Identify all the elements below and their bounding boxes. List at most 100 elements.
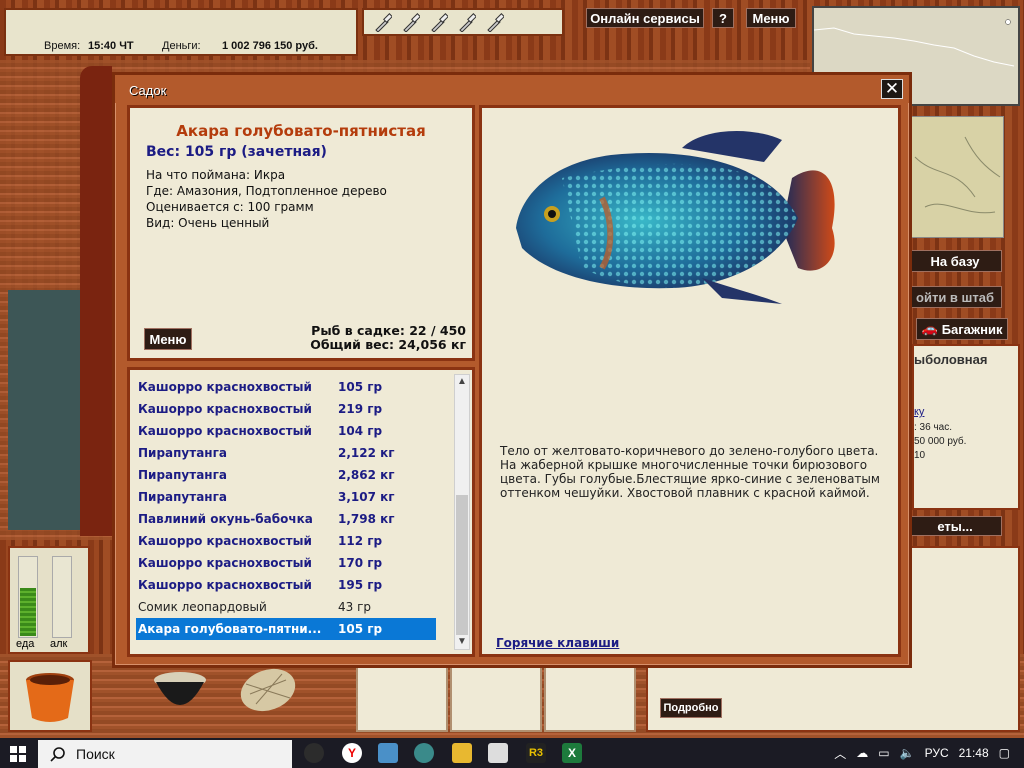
language-indicator[interactable]: РУС: [925, 746, 949, 760]
list-item[interactable]: Пирапутанга 3,107 кг: [136, 486, 436, 508]
fish-list-name: Кашорро краснохвостый: [138, 556, 312, 570]
hotkeys-link[interactable]: Горячие клавиши: [496, 636, 619, 650]
fish-list[interactable]: Кашорро краснохвостый 105 гр Кашорро красн…: [136, 376, 436, 640]
search-icon: [50, 747, 65, 762]
alcohol-label: алк: [50, 638, 68, 650]
excel-icon[interactable]: X: [562, 743, 582, 763]
fish-list-name: Кашорро краснохвостый: [138, 402, 312, 416]
list-item[interactable]: Кашорро краснохвостый 219 гр: [136, 398, 436, 420]
fish-list-weight: 1,798 кг: [338, 512, 395, 526]
list-item[interactable]: Кашорро краснохвостый 104 гр: [136, 420, 436, 442]
list-item[interactable]: Пирапутанга 2,862 кг: [136, 464, 436, 486]
car-icon: 🚗: [921, 321, 938, 336]
details-button[interactable]: Подробно: [660, 698, 722, 718]
time-value: 15:40 ЧТ: [88, 40, 134, 52]
fish-info-panel: Акара голубовато-пятнистая Вес: 105 гр (…: [127, 105, 475, 361]
fish-list-weight: 43 гр: [338, 600, 372, 614]
fish-count: Рыб в садке: 22 / 450: [311, 323, 466, 338]
clock[interactable]: 21:48: [959, 746, 989, 760]
app-icon[interactable]: [304, 743, 324, 763]
fish-list-name: Кашорро краснохвостый: [138, 380, 312, 394]
app-icon[interactable]: [378, 743, 398, 763]
dialog-title: Садок: [129, 83, 167, 98]
fish-description: Тело от желтовато-коричневого до зелено-…: [500, 444, 880, 500]
side-panel-title: ыболовная: [914, 352, 988, 367]
system-tray: ︿ ☁ ▭ 🔈 РУС 21:48 ▢: [834, 738, 1024, 768]
fish-list-name: Павлиний окунь-бабочка: [138, 512, 313, 526]
money-label: Деньги:: [162, 40, 201, 52]
tickets-button[interactable]: еты...: [908, 516, 1002, 536]
scroll-down-icon[interactable]: ▼: [455, 635, 469, 649]
side-panel-line2: 50 000 руб.: [914, 436, 967, 447]
info-menu-button[interactable]: Меню: [144, 328, 192, 350]
list-item[interactable]: Акара голубовато-пятни... 105 гр: [136, 618, 436, 640]
slot[interactable]: [450, 660, 542, 732]
status-panel: Время: 15:40 ЧТ Деньги: 1 002 796 150 ру…: [4, 8, 358, 56]
bottle-icon: [487, 13, 504, 32]
folder-icon[interactable]: [452, 743, 472, 763]
cloud-icon[interactable]: ☁: [856, 746, 868, 760]
fish-list-weight: 170 гр: [338, 556, 383, 570]
bucket-slot[interactable]: [8, 660, 92, 732]
fish-list-panel: Кашорро краснохвостый 105 гр Кашорро красн…: [127, 367, 475, 657]
fish-list-name: Сомик леопардовый: [138, 600, 267, 614]
search-placeholder: Поиск: [76, 746, 115, 762]
dialog-titlebar[interactable]: [115, 75, 909, 103]
world-map[interactable]: [904, 116, 1004, 238]
fish-list-weight: 3,107 кг: [338, 490, 395, 504]
scroll-up-icon[interactable]: ▲: [455, 375, 469, 389]
fish-list-name: Кашорро краснохвостый: [138, 534, 312, 548]
fish-image: [516, 130, 835, 304]
list-item[interactable]: Кашорро краснохвостый 105 гр: [136, 376, 436, 398]
list-item[interactable]: Кашорро краснохвостый 195 гр: [136, 574, 436, 596]
slot[interactable]: [356, 660, 448, 732]
go-hq-button[interactable]: ойти в штаб: [908, 286, 1002, 308]
fish-list-weight: 2,862 кг: [338, 468, 395, 482]
fish-list-name: Пирапутанга: [138, 468, 227, 482]
main-menu-button[interactable]: Меню: [746, 8, 796, 28]
fish-name: Акара голубовато-пятнистая: [176, 122, 426, 140]
windows-start-icon[interactable]: [10, 746, 26, 762]
trunk-button[interactable]: 🚗 Багажник: [916, 318, 1008, 340]
volume-icon[interactable]: 🔈: [900, 746, 915, 760]
slot[interactable]: [544, 660, 636, 732]
scroll-thumb[interactable]: [456, 495, 468, 635]
yandex-browser-icon[interactable]: Y: [342, 743, 362, 763]
list-item[interactable]: Павлиний окунь-бабочка 1,798 кг: [136, 508, 436, 530]
chevron-up-icon[interactable]: ︿: [834, 745, 846, 762]
game-icon[interactable]: R3: [526, 743, 546, 763]
keepnet-dialog: Садок ✕ Акара голубовато-пятнистая Вес: …: [112, 72, 912, 668]
fish-list-name: Акара голубовато-пятни...: [138, 622, 322, 636]
to-base-button[interactable]: На базу: [908, 250, 1002, 272]
taskbar-search[interactable]: Поиск: [38, 740, 292, 768]
fish-kind: Вид: Очень ценный: [146, 216, 270, 230]
side-panel-link[interactable]: ку: [914, 406, 924, 418]
fish-min-weight: Оценивается с: 100 грамм: [146, 200, 314, 214]
fish-list-weight: 2,122 кг: [338, 446, 395, 460]
net-icon[interactable]: [236, 664, 300, 714]
network-icon[interactable]: ▭: [878, 746, 889, 760]
list-item[interactable]: Кашорро краснохвостый 170 гр: [136, 552, 436, 574]
bucket-icon: [26, 673, 74, 722]
help-button[interactable]: ?: [712, 8, 734, 28]
side-panel-line3: 10: [914, 450, 926, 461]
time-label: Время:: [44, 40, 81, 52]
map-lines: [914, 136, 1001, 214]
fish-list-name: Пирапутанга: [138, 490, 227, 504]
fish-list-name: Кашорро краснохвостый: [138, 424, 312, 438]
pot-icon[interactable]: [150, 666, 210, 716]
list-item[interactable]: Сомик леопардовый 43 гр: [136, 596, 436, 618]
list-item[interactable]: Пирапутанга 2,122 кг: [136, 442, 436, 464]
close-button[interactable]: ✕: [881, 79, 903, 99]
list-scrollbar[interactable]: ▲ ▼: [454, 374, 470, 650]
app-icon[interactable]: [488, 743, 508, 763]
app-icon[interactable]: [414, 743, 434, 763]
bottle-bar: [362, 8, 564, 36]
notifications-icon[interactable]: ▢: [999, 746, 1010, 760]
keepnet-totals: Рыб в садке: 22 / 450 Общий вес: 24,056 …: [310, 324, 466, 352]
bottle-icon: [431, 13, 448, 32]
background-doorframe: [80, 66, 112, 536]
list-item[interactable]: Кашорро краснохвостый 112 гр: [136, 530, 436, 552]
online-services-button[interactable]: Онлайн сервисы: [586, 8, 704, 28]
bottle-icon: [459, 13, 476, 32]
